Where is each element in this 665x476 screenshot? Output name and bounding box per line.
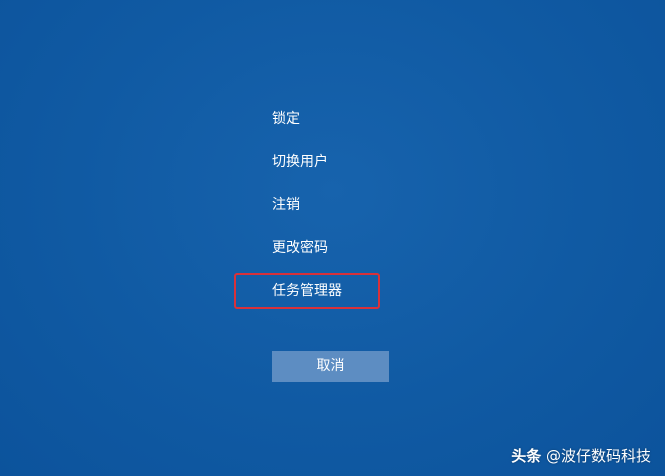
- menu-item-lock[interactable]: 锁定: [272, 106, 472, 149]
- watermark: 头条 @波仔数码科技: [511, 445, 651, 466]
- security-options-menu: 锁定 切换用户 注销 更改密码 任务管理器: [272, 106, 472, 321]
- watermark-brand: 头条: [511, 447, 542, 465]
- menu-item-switch-user[interactable]: 切换用户: [272, 149, 472, 192]
- ctrl-alt-del-screen: 锁定 切换用户 注销 更改密码 任务管理器 取消 头条 @波仔数码科技: [0, 0, 665, 476]
- menu-item-change-password[interactable]: 更改密码: [272, 235, 472, 278]
- watermark-handle: @波仔数码科技: [545, 447, 651, 465]
- cancel-button[interactable]: 取消: [272, 351, 389, 382]
- menu-item-task-manager[interactable]: 任务管理器: [272, 278, 472, 321]
- menu-item-sign-out[interactable]: 注销: [272, 192, 472, 235]
